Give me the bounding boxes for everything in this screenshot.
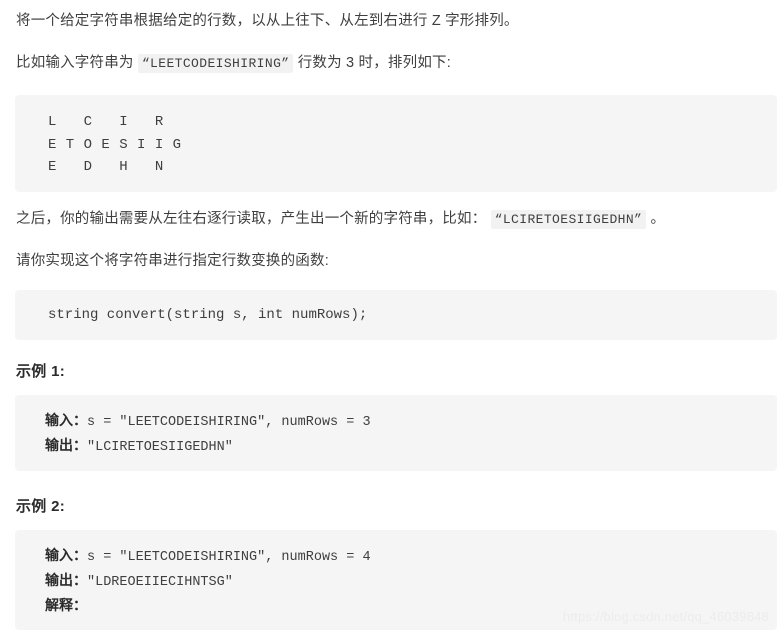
example-1-output-line: 输出："LCIRETOESIIGEDHN" [45,434,777,459]
example-1-input-line: 输入：s = "LEETCODEISHIRING", numRows = 3 [45,409,777,434]
example-1-input-value: s = "LEETCODEISHIRING", numRows = 3 [87,415,371,430]
example-2-input-value: s = "LEETCODEISHIRING", numRows = 4 [87,550,371,565]
example-2-output-label: 输出： [45,571,87,588]
paragraph-intro-text: 将一个给定字符串根据给定的行数，以从上往下、从左到右进行 Z 字形排列。 [16,13,519,29]
paragraph-example-lead: 比如输入字符串为 “LEETCODEISHIRING” 行数为 3 时，排列如下… [0,52,467,74]
example-2-output-value: "LDREOEIIECIHNTSG" [87,574,233,590]
paragraph-read-lead: 之后，你的输出需要从左往右逐行读取，产生出一个新的字符串，比如： “LCIRET… [0,208,681,230]
example-1-output-value: "LCIRETOESIIGEDHN" [87,439,233,455]
zigzag-row-2: E T O E S I I G [48,136,182,153]
example-2-input-label: 输入： [45,547,87,563]
inline-code-input-string: “LEETCODEISHIRING” [137,54,294,73]
problem-description-page: 将一个给定字符串根据给定的行数，以从上往下、从左到右进行 Z 字形排列。 比如输… [0,0,777,630]
example-2-input-line: 输入：s = "LEETCODEISHIRING", numRows = 4 [45,544,777,569]
paragraph-implement-text: 请你实现这个将字符串进行指定行数变换的函数: [16,253,329,269]
example-1-output-label: 输出： [45,436,87,453]
function-signature-code: string convert(string s, int numRows); [48,307,368,323]
heading-example-2: 示例 2: [16,498,66,515]
example-2-explain-label: 解释： [45,596,87,613]
code-block-example-1: 输入：s = "LEETCODEISHIRING", numRows = 3 输… [15,395,777,471]
code-block-function-signature: string convert(string s, int numRows); [15,290,777,340]
example-lead-before-text: 比如输入字符串为 [16,55,134,71]
paragraph-implement: 请你实现这个将字符串进行指定行数变换的函数: [0,250,345,272]
read-lead-after-text: 。 [650,211,666,227]
read-lead-before-text: 之后，你的输出需要从左往右逐行读取，产生出一个新的字符串，比如： [16,211,487,227]
example-lead-after-text: 行数为 3 时，排列如下: [297,55,451,71]
code-block-zigzag-diagram: L C I R E T O E S I I G E D H N [15,95,777,192]
watermark: https://blog.csdn.net/qq_46039848 [562,609,769,624]
zigzag-row-3: E D H N [48,159,164,176]
example-2-output-line: 输出："LDREOEIIECIHNTSG" [45,569,777,594]
zigzag-row-1: L C I R [48,114,164,130]
example-1-input-label: 输入： [45,412,87,428]
heading-example-1: 示例 1: [16,363,66,380]
inline-code-output-string: “LCIRETOESIIGEDHN” [490,210,647,229]
paragraph-intro: 将一个给定字符串根据给定的行数，以从上往下、从左到右进行 Z 字形排列。 [0,10,535,32]
